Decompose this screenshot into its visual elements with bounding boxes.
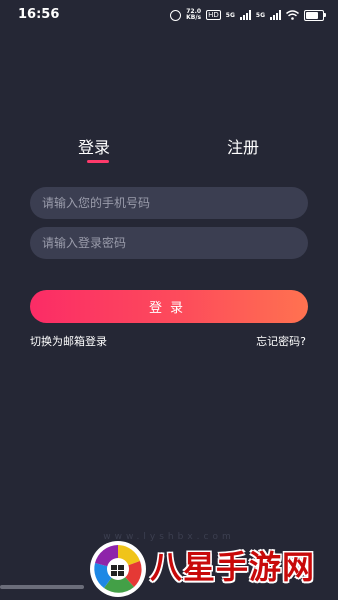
network-type-b: 5G — [255, 11, 265, 19]
status-time: 16:56 — [18, 7, 60, 22]
watermark-logo — [90, 541, 146, 597]
network-speed-unit: KB/s — [186, 14, 202, 21]
wifi-icon — [286, 10, 299, 20]
login-button[interactable]: 登录 — [30, 290, 308, 323]
alarm-icon — [170, 9, 182, 21]
network-speed: 72.0 KB/s — [186, 9, 201, 21]
battery-icon — [304, 9, 326, 21]
watermark-logo-icon — [94, 545, 142, 593]
phone-input[interactable] — [42, 196, 308, 210]
tab-register[interactable]: 注册 — [227, 134, 259, 158]
watermark-url: www.lyshbx.com — [103, 532, 235, 542]
battery-level — [306, 11, 318, 19]
watermark-brand: 八星手游网 — [150, 548, 316, 586]
status-bar: 16:56 72.0 KB/s HD 5G 5G — [0, 0, 338, 30]
home-indicator[interactable] — [0, 585, 84, 589]
email-login-link[interactable]: 切换为邮箱登录 — [30, 333, 107, 349]
tab-active-indicator — [87, 160, 109, 163]
password-input[interactable] — [42, 236, 308, 250]
password-field[interactable] — [30, 227, 308, 259]
signal-icon — [239, 10, 251, 20]
signal-icon-2 — [270, 10, 281, 20]
tab-login[interactable]: 登录 — [78, 134, 110, 158]
network-type-a: 5G — [225, 11, 235, 19]
hd-icon: HD — [206, 10, 221, 20]
phone-field[interactable] — [30, 187, 308, 219]
status-icons: 72.0 KB/s HD 5G 5G — [170, 8, 326, 22]
forgot-password-link[interactable]: 忘记密码? — [256, 333, 306, 349]
